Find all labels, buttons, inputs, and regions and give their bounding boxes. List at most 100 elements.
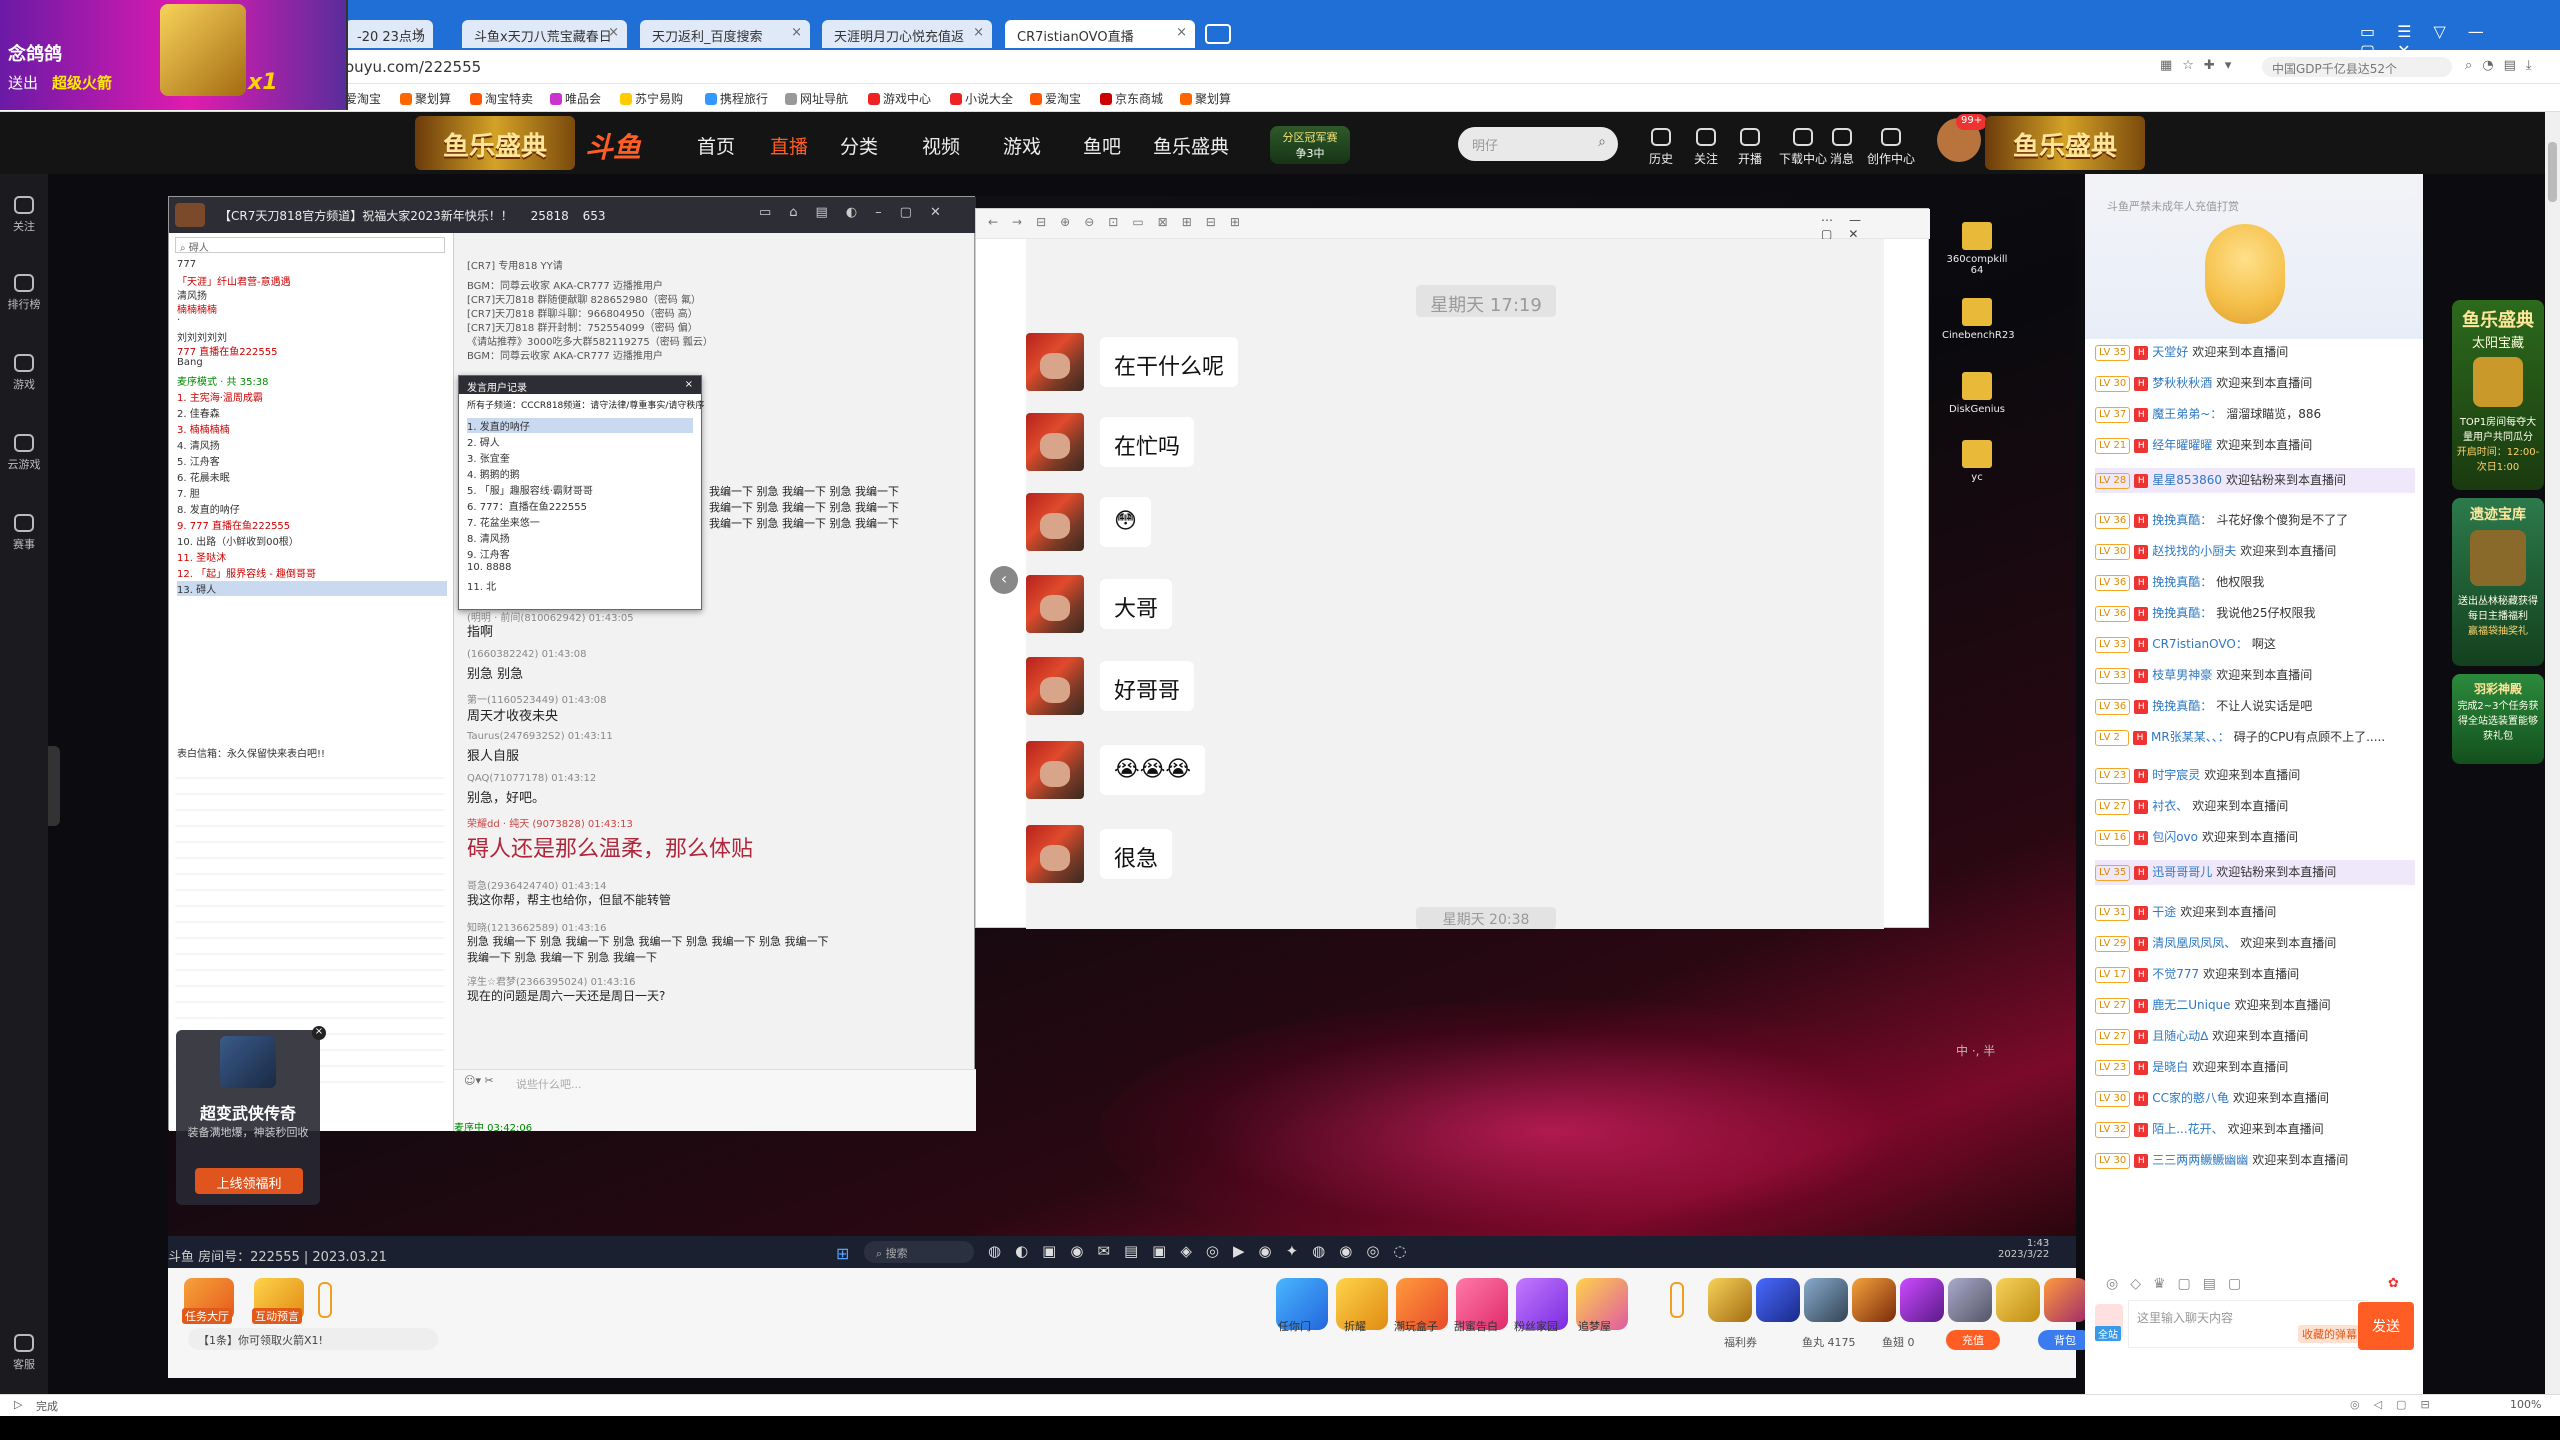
bookmark[interactable]: 唯品会 (550, 90, 601, 107)
channel-item[interactable]: 777 (177, 259, 196, 270)
popup-item[interactable]: 7. 花盆坐来悠一 (467, 514, 540, 529)
popup-item[interactable]: 5. 「服」趣服容线·霸财哥哥 (467, 482, 593, 497)
speaker-item-selected[interactable]: 13. 碍人 (177, 581, 447, 596)
nav-broadcast[interactable]: 开播 (1730, 128, 1770, 167)
message-bubble[interactable]: 😭😭😭 (1100, 745, 1206, 795)
prediction-label[interactable]: 互动预言 (252, 1308, 302, 1324)
new-tab-icon[interactable] (1205, 24, 1231, 44)
chat-username[interactable]: 衬衣、 (2152, 799, 2188, 813)
chat-message[interactable]: LV 28 H 星星853860 欢迎钻粉来到本直播间 (2095, 468, 2415, 493)
chat-message[interactable]: LV 32 H 陌上...花开、 欢迎来到本直播间 (2095, 1121, 2415, 1138)
chat-message[interactable]: LV 23 H 是晓白 欢迎来到本直播间 (2095, 1059, 2415, 1076)
chat-message[interactable]: LV 30 H 赵找找的小厨夫 欢迎来到本直播间 (2095, 543, 2415, 560)
message-bubble[interactable]: 😳 (1100, 497, 1151, 547)
speaker-item[interactable]: 1. 主宪海·温周成霸 (177, 389, 263, 404)
gift-icon[interactable] (2044, 1278, 2088, 1322)
nav-fishbar[interactable]: 鱼吧 (1083, 132, 1121, 159)
zoom-level[interactable]: 100% (2510, 1398, 2541, 1411)
close-icon[interactable]: × (1176, 25, 1187, 40)
chat-username[interactable]: CC家的憨八龟 (2152, 1091, 2229, 1105)
bookmark[interactable]: 爱淘宝 (1030, 90, 1081, 107)
chat-username[interactable]: 包闪ovo (2152, 830, 2198, 844)
gift-icon[interactable] (1996, 1278, 2040, 1322)
close-icon[interactable]: × (973, 25, 984, 40)
bookmark[interactable]: 京东商城 (1100, 90, 1163, 107)
browser-tab-active[interactable]: CR7istianOVO直播 × (1005, 20, 1195, 48)
message-bubble[interactable]: 在忙吗 (1100, 417, 1195, 467)
close-icon[interactable]: × (414, 25, 425, 40)
chat-username[interactable]: 梦秋秋秋酒 (2152, 376, 2212, 390)
speaker-item[interactable]: 5. 江舟客 (177, 453, 220, 468)
ad-cta-button[interactable]: 上线领福利 (195, 1168, 303, 1194)
task-hall-label[interactable]: 任务大厅 (182, 1308, 232, 1324)
card-button[interactable]: 赢福袋抽奖礼 (2456, 622, 2540, 637)
nav-festival[interactable]: 鱼乐盛典 (1153, 132, 1229, 159)
browser-tab[interactable]: 斗鱼x天刀八荒宝藏春日 × (462, 20, 627, 48)
popup-item[interactable]: 8. 清风扬 (467, 530, 510, 545)
chat-username[interactable]: 是晓白 (2152, 1060, 2188, 1074)
chat-message[interactable]: LV 37 H 魔王弟弟~： 溜溜球瞄览，886 (2095, 406, 2415, 423)
contact-avatar[interactable] (1026, 657, 1084, 715)
channel-item[interactable]: 刘刘刘刘刘 (177, 329, 227, 344)
reward-notice[interactable]: 【1条】你可领取火箭X1! (188, 1328, 438, 1350)
rail-cloud-games[interactable]: 云游戏 (0, 434, 48, 472)
speaker-item[interactable]: 2. 佳春森 (177, 405, 220, 420)
expand-toggle[interactable] (318, 1282, 332, 1318)
chat-message[interactable]: LV 2 H MR张某某、、： 碍子的CPU有点顾不上了..... (2095, 729, 2415, 746)
chat-username[interactable]: 天堂好 (2152, 345, 2188, 359)
site-search-input[interactable]: 明仔 ⌕ (1458, 127, 1618, 161)
chat-message[interactable]: LV 16 H 包闪ovo 欢迎来到本直播间 (2095, 829, 2415, 846)
bookmark[interactable]: 网址导航 (785, 90, 848, 107)
rail-support[interactable]: 客服 (0, 1334, 48, 1372)
channel-search-input[interactable]: ⌕ 碍人 (175, 237, 445, 254)
channel-item[interactable]: 楠楠楠楠 (177, 301, 217, 316)
toolbar-search-input[interactable]: 中国GDP千亿县达52个 (2262, 57, 2452, 77)
chat-message[interactable]: LV 33 H CR7istianOVO： 啊这 (2095, 636, 2415, 653)
gift-icon[interactable] (1948, 1278, 1992, 1322)
nav-category[interactable]: 分类 (840, 132, 878, 159)
chat-username[interactable]: 魔王弟弟~： (2152, 407, 2222, 421)
contact-avatar[interactable] (1026, 741, 1084, 799)
bookmark[interactable]: 淘宝特卖 (470, 90, 533, 107)
contact-avatar[interactable] (1026, 413, 1084, 471)
chat-username[interactable]: 且随心动∆ (2152, 1029, 2208, 1043)
channel-item[interactable]: 777 直播在鱼222555 (177, 343, 277, 358)
channel-item[interactable]: Bang (177, 357, 203, 368)
popup-item[interactable]: 4. 鹅鹅的鹅 (467, 466, 520, 481)
search-icon[interactable]: ⌕ (1598, 134, 1606, 150)
chat-username[interactable]: 挽挽真酷： (2152, 699, 2212, 713)
backpack-button[interactable]: 背包 (2038, 1330, 2092, 1350)
chat-username[interactable]: 挽挽真酷： (2152, 575, 2212, 589)
browser-tab[interactable]: 天涯明月刀心悦充值返 × (822, 20, 992, 48)
gift-icon[interactable] (1708, 1278, 1752, 1322)
gift-icon[interactable] (1804, 1278, 1848, 1322)
speaker-item[interactable]: 3. 楠楠楠楠 (177, 421, 230, 436)
chat-message[interactable]: LV 36 H 挽挽真酷： 不让人说实话是吧 (2095, 698, 2415, 715)
browser-tab[interactable]: 天刀返利_百度搜索 × (640, 20, 810, 48)
nav-games[interactable]: 游戏 (1003, 132, 1041, 159)
chat-message[interactable]: LV 36 H 挽挽真酷： 他权限我 (2095, 574, 2415, 591)
festival-banner-left[interactable]: 鱼乐盛典 (415, 116, 575, 170)
input-toolbar[interactable]: ☺▾ ✂ (464, 1074, 494, 1087)
festival-banner-right[interactable]: 鱼乐盛典 (1985, 116, 2145, 170)
gift-icon[interactable] (1852, 1278, 1896, 1322)
chat-username[interactable]: MR张某某、、： (2151, 730, 2230, 744)
chat-message[interactable]: LV 35 H 天堂好 欢迎来到本直播间 (2095, 344, 2415, 361)
toolbar-right-icons[interactable]: ⌕◔▤⤓ (2465, 58, 2542, 73)
chat-message[interactable]: LV 35 H 迅哥哥哥儿 欢迎钻粉来到本直播间 (2095, 860, 2415, 885)
voice-chat-toolbar[interactable]: ▭⌂▤◐–▢✕ (759, 205, 959, 220)
chat-message[interactable]: LV 23 H 时宇宸灵 欢迎来到本直播间 (2095, 767, 2415, 784)
popup-item[interactable]: 6. 777：直播在鱼222555 (467, 498, 587, 513)
message-bubble[interactable]: 在干什么呢 (1100, 337, 1239, 387)
popup-item[interactable]: 2. 碍人 (467, 434, 500, 449)
chat-message[interactable]: LV 36 H 挽挽真酷： 我说他25仔权限我 (2095, 605, 2415, 622)
chat-username[interactable]: 三三两两鳜鳜幽幽 (2152, 1153, 2248, 1167)
channel-item[interactable]: 「天涯」纤山君营-意遇遇 (177, 273, 291, 288)
nav-follow[interactable]: 关注 (1686, 128, 1726, 167)
chat-message[interactable]: LV 30 H 三三两两鳜鳜幽幽 欢迎来到本直播间 (2095, 1152, 2415, 1169)
chat-username[interactable]: 干途 (2152, 905, 2176, 919)
address-bar[interactable]: ouyu.com/222555 (345, 58, 481, 76)
scrollbar-thumb[interactable] (2548, 142, 2557, 202)
contact-avatar[interactable] (1026, 575, 1084, 633)
bookmark[interactable]: 爱淘宝 (345, 90, 381, 107)
